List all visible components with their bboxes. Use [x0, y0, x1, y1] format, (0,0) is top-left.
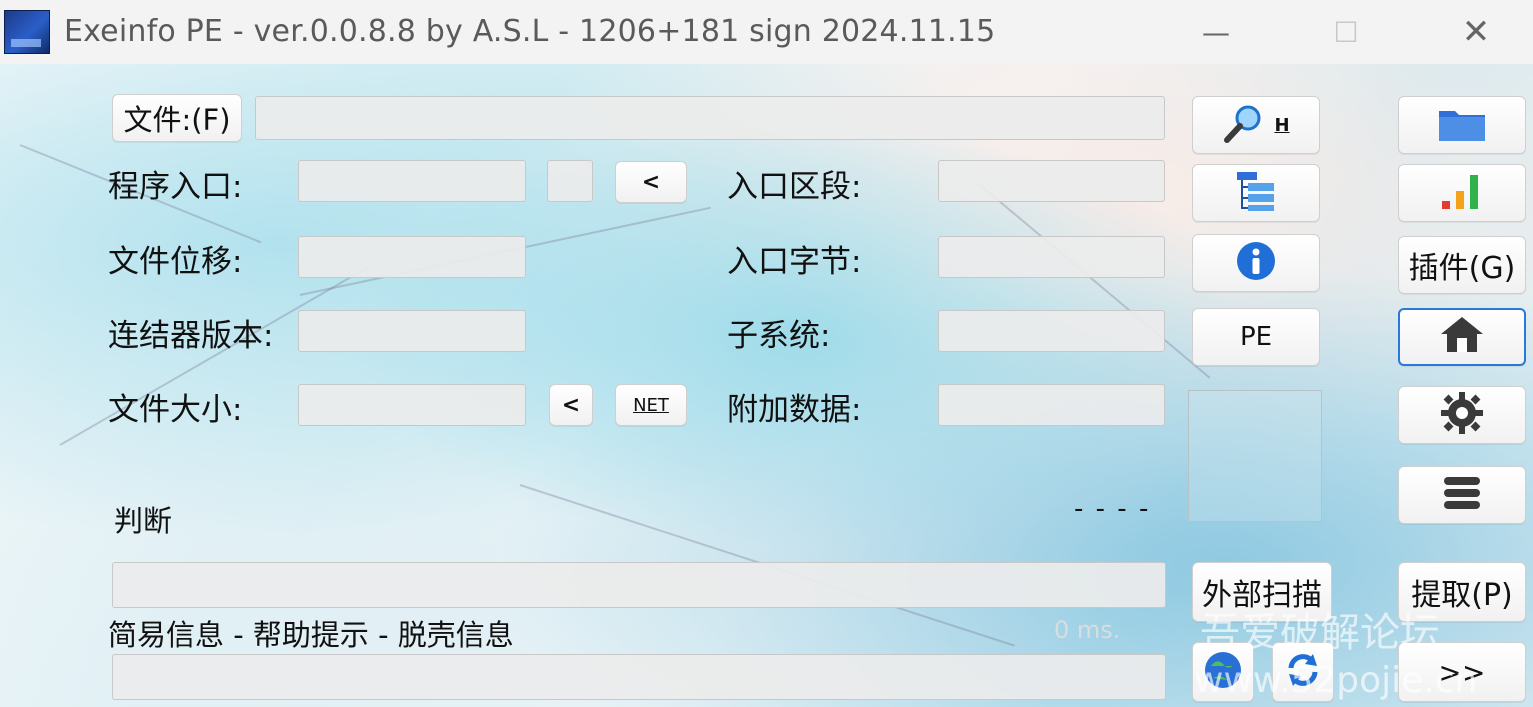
title-bar: Exeinfo PE - ver.0.0.8.8 by A.S.L - 1206… — [0, 0, 1533, 65]
menu-button[interactable] — [1398, 466, 1526, 524]
search-button[interactable]: H — [1192, 96, 1320, 154]
magnifier-icon — [1222, 104, 1264, 146]
detection-result-field[interactable] — [112, 562, 1166, 608]
linker-version-label: 连结器版本: — [108, 318, 274, 354]
tree-icon — [1234, 169, 1278, 217]
home-icon — [1438, 314, 1486, 360]
entry-section-field[interactable] — [938, 160, 1165, 202]
gear-icon — [1439, 390, 1485, 440]
file-path-field[interactable] — [255, 96, 1165, 140]
file-offset-field[interactable] — [298, 236, 526, 278]
folder-icon — [1437, 103, 1487, 147]
window-title: Exeinfo PE - ver.0.0.8.8 by A.S.L - 1206… — [64, 14, 996, 49]
info-label: 简易信息 - 帮助提示 - 脱壳信息 — [108, 618, 514, 652]
maximize-button[interactable]: ☐ — [1314, 10, 1378, 54]
file-offset-label: 文件位移: — [108, 244, 243, 280]
detection-status: - - - - — [1074, 494, 1151, 524]
net-button[interactable]: NET — [615, 384, 687, 426]
subsystem-label: 子系统: — [727, 318, 831, 354]
app-icon — [4, 10, 50, 54]
entry-bytes-label: 入口字节: — [727, 244, 862, 280]
entry-point-field[interactable] — [298, 160, 526, 202]
minimize-button[interactable]: — — [1184, 10, 1248, 54]
entry-point-label: 程序入口: — [108, 169, 243, 205]
info-field[interactable] — [112, 654, 1166, 700]
info-icon — [1235, 240, 1277, 286]
icon-preview-box — [1188, 390, 1322, 522]
close-button[interactable]: ✕ — [1444, 10, 1508, 54]
plugins-button[interactable]: 插件(G) — [1398, 236, 1526, 294]
detection-label: 判断 — [114, 504, 173, 538]
section-view-button[interactable] — [1192, 164, 1320, 222]
settings-button[interactable] — [1398, 386, 1526, 444]
main-panel: 文件:(F) 程序入口: < 文件位移: 连结器版本: 文件大小: < NET … — [0, 64, 1533, 707]
file-size-label: 文件大小: — [108, 392, 243, 428]
entry-point-back-button[interactable]: < — [615, 161, 687, 203]
watermark-text: 吾爱破解论坛 — [1200, 610, 1440, 656]
linker-version-field[interactable] — [298, 310, 526, 352]
entry-bytes-field[interactable] — [938, 236, 1165, 278]
bar-chart-icon — [1438, 171, 1486, 215]
info-button[interactable] — [1192, 234, 1320, 292]
pe-button[interactable]: PE — [1192, 308, 1320, 366]
search-hotkey: H — [1274, 114, 1290, 136]
stack-icon — [1440, 473, 1484, 517]
statistics-button[interactable] — [1398, 164, 1526, 222]
watermark-url: www.52pojie.cn — [1194, 660, 1478, 701]
file-open-button[interactable]: 文件:(F) — [112, 94, 242, 142]
scan-time: 0 ms. — [1054, 616, 1121, 644]
overlay-field[interactable] — [938, 384, 1165, 426]
entry-point-extra-field[interactable] — [547, 160, 593, 202]
entry-section-label: 入口区段: — [727, 169, 862, 205]
file-size-field[interactable] — [298, 384, 526, 426]
subsystem-field[interactable] — [938, 310, 1165, 352]
open-folder-button[interactable] — [1398, 96, 1526, 154]
file-size-back-button[interactable]: < — [549, 384, 593, 426]
overlay-label: 附加数据: — [727, 392, 862, 428]
home-button[interactable] — [1398, 308, 1526, 366]
